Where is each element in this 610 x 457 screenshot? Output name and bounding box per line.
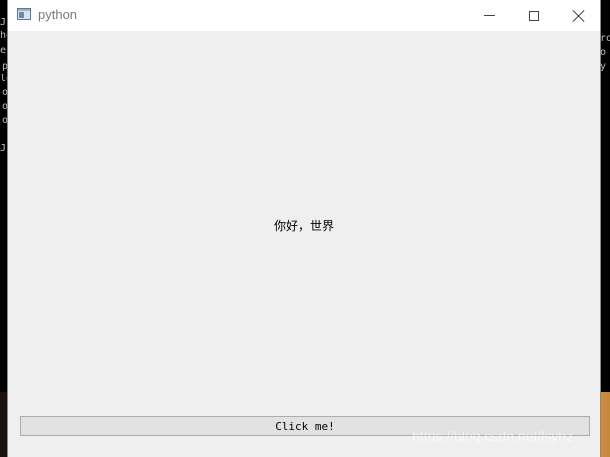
hello-label: 你好，世界 (273, 219, 334, 233)
app-window: python 你好，世界 Click me! (8, 0, 600, 457)
close-icon (573, 10, 585, 22)
title-bar[interactable]: python (8, 0, 600, 31)
window-content: 你好，世界 Click me! (8, 31, 600, 457)
window-title: python (38, 7, 78, 22)
maximize-icon (529, 10, 539, 21)
console-text: o (600, 48, 607, 58)
app-window-icon (17, 8, 31, 20)
close-button[interactable] (556, 0, 602, 31)
console-text: y (600, 62, 607, 72)
maximize-button[interactable] (511, 0, 557, 31)
minimize-button[interactable] (466, 0, 512, 31)
watermark-text: https://blog.csdn.net/lsyhz (412, 428, 574, 444)
console-text: ro (600, 34, 610, 44)
minimize-icon (483, 15, 495, 16)
